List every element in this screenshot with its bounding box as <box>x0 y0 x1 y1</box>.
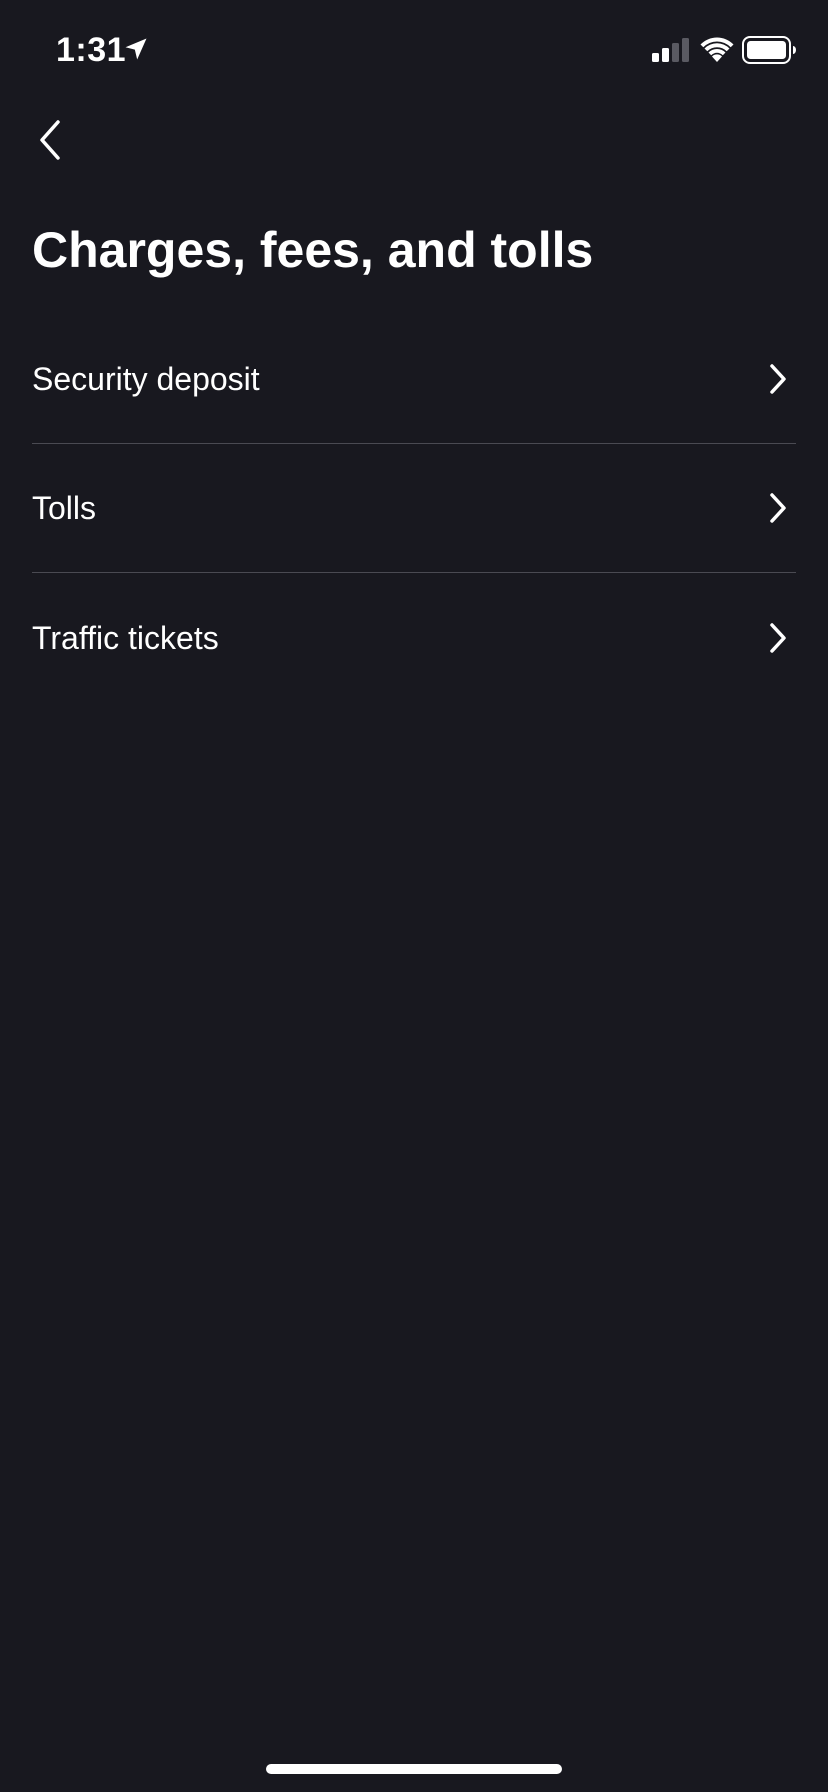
status-bar: 1:31 <box>0 0 828 100</box>
chevron-right-icon <box>764 361 792 397</box>
menu-item-tolls[interactable]: Tolls <box>32 444 796 573</box>
cellular-signal-icon <box>652 38 689 62</box>
home-indicator[interactable] <box>266 1764 562 1774</box>
page-title: Charges, fees, and tolls <box>32 222 594 278</box>
wifi-icon <box>700 37 734 62</box>
menu-item-traffic-tickets[interactable]: Traffic tickets <box>32 573 796 702</box>
menu-item-label: Security deposit <box>32 361 260 397</box>
menu-item-label: Traffic tickets <box>32 619 219 656</box>
status-time: 1:31 <box>56 31 127 69</box>
location-arrow-icon <box>125 38 147 60</box>
menu-item-label: Tolls <box>32 490 97 526</box>
chevron-right-icon <box>764 490 792 526</box>
menu-item-security-deposit[interactable]: Security deposit <box>32 315 796 444</box>
battery-icon <box>742 36 796 64</box>
chevron-left-icon <box>40 120 60 160</box>
chevron-right-icon <box>764 620 792 656</box>
menu-list: Security deposit Tolls Traffic tickets <box>32 315 796 702</box>
back-button[interactable] <box>20 110 80 170</box>
